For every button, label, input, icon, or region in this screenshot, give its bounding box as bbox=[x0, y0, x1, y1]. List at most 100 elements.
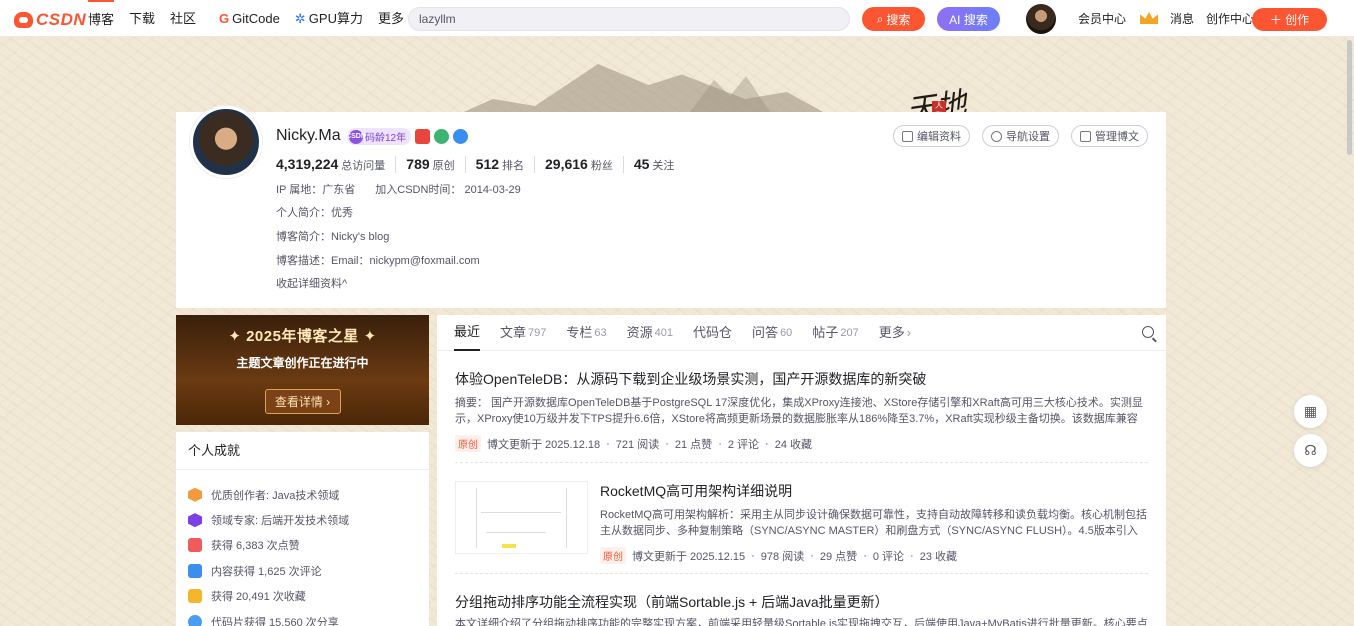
tab-count: 401 bbox=[654, 326, 674, 339]
code-share-icon bbox=[188, 614, 202, 626]
join-time: 加入CSDN时间： 2014-03-29 bbox=[375, 184, 521, 196]
article-title[interactable]: RocketMQ高可用架构详细说明 bbox=[600, 481, 1148, 501]
article-title[interactable]: 体验OpenTeleDB：从源码下载到企业级场景实测，国产开源数据库的新突破 bbox=[455, 369, 1148, 389]
tab-articles[interactable]: 文章 797 bbox=[500, 315, 546, 351]
tab-qa[interactable]: 问答 60 bbox=[752, 315, 792, 351]
collapse-details-link[interactable]: 收起详细资料^ bbox=[276, 275, 347, 291]
age-badge-icon: CSDN bbox=[346, 129, 366, 144]
expert-badge-icon[interactable] bbox=[415, 129, 431, 144]
stat-original[interactable]: 789 原创 bbox=[406, 156, 466, 173]
stat-following-num: 45 bbox=[633, 156, 650, 172]
chevron-right-icon: › bbox=[906, 324, 912, 340]
profile-avatar[interactable] bbox=[190, 106, 262, 178]
article-desc: 摘要： 国产开源数据库OpenTeleDB基于PostgreSQL 17深度优化… bbox=[455, 397, 1143, 425]
original-tag: 原创 bbox=[600, 547, 626, 564]
original-tag: 原创 bbox=[455, 435, 481, 452]
article-title[interactable]: 分组拖动排序功能全流程实现（前端Sortable.js + 后端Java批量更新… bbox=[455, 592, 1148, 612]
article-item[interactable]: RocketMQ高可用架构详细说明 RocketMQ高可用架构解析：采用主从同步… bbox=[455, 481, 1148, 564]
personal-intro: 个人简介：优秀 bbox=[276, 207, 353, 219]
achievement-item: 优质创作者: Java技术领域 bbox=[188, 482, 429, 507]
search-button[interactable]: ⌕ 搜索 bbox=[862, 7, 925, 31]
tab-count: 207 bbox=[840, 326, 859, 339]
manage-posts-button[interactable]: 管理博文 bbox=[1071, 125, 1148, 147]
nav-gitcode-label: GitCode bbox=[232, 11, 280, 26]
top-right-links: 会员中心 消息 创作中心 bbox=[1078, 0, 1266, 37]
vip-center-label: 会员中心 bbox=[1078, 12, 1127, 26]
article-item[interactable]: 分组拖动排序功能全流程实现（前端Sortable.js + 后端Java批量更新… bbox=[455, 592, 1148, 626]
quality-creator-icon bbox=[188, 487, 202, 502]
tab-resources[interactable]: 资源 401 bbox=[627, 315, 673, 351]
blog-description: 博客描述：Email：nickypm@foxmail.com bbox=[276, 255, 480, 267]
messages-link[interactable]: 消息 bbox=[1170, 10, 1194, 27]
article-comments: 2 评论 bbox=[727, 438, 760, 451]
stat-original-num: 789 bbox=[406, 156, 430, 172]
nav-gitcode[interactable]: G GitCode bbox=[219, 0, 280, 37]
comment-icon bbox=[188, 563, 202, 578]
achievement-text: 获得 20,491 次收藏 bbox=[211, 591, 306, 604]
promo-title-text: 2025年博客之星 bbox=[246, 328, 359, 345]
achievements-title: 个人成就 bbox=[176, 432, 429, 470]
edit-profile-button[interactable]: 编辑资料 bbox=[893, 125, 970, 147]
csdn-logo[interactable]: CSDN bbox=[14, 10, 86, 30]
nav-blog[interactable]: 博客 bbox=[88, 0, 115, 37]
stat-visits-label: 总访问量 bbox=[341, 160, 386, 172]
article-item[interactable]: 体验OpenTeleDB：从源码下载到企业级场景实测，国产开源数据库的新突破 摘… bbox=[455, 369, 1148, 463]
tab-count: 63 bbox=[594, 326, 607, 339]
promo-subtitle: 主题文章创作正在进行中 bbox=[236, 356, 369, 370]
search-icon: ⌕ bbox=[876, 11, 884, 26]
mountain-art bbox=[430, 64, 850, 113]
view-details-button[interactable]: 查看详情 › bbox=[264, 389, 341, 414]
gitcode-icon: G bbox=[219, 11, 230, 26]
search-icon[interactable] bbox=[1142, 326, 1154, 338]
stat-following-label: 关注 bbox=[652, 160, 675, 172]
ai-search-button[interactable]: AI 搜索 bbox=[937, 7, 1000, 31]
account-age-badge[interactable]: CSDN 码龄12年 bbox=[346, 128, 412, 145]
search-input[interactable] bbox=[408, 7, 850, 31]
profile-stats: 4,319,224 总访问量 789 原创 512 排名 29,616 粉丝 45 关注 bbox=[276, 156, 694, 173]
top-navbar: CSDN 博客 下载 社区 GGitCode ✲GPU算力 更多⌄ ⌕搜索 AI… bbox=[0, 0, 1354, 37]
ip-location: IP 属地：广东省 加入CSDN时间： 2014-03-29 bbox=[276, 181, 521, 197]
stat-fans-num: 29,616 bbox=[545, 156, 588, 172]
tab-more[interactable]: 更多 › bbox=[879, 315, 911, 351]
nav-settings-button[interactable]: 导航设置 bbox=[982, 125, 1059, 147]
divider bbox=[455, 573, 1148, 574]
create-button[interactable]: ＋ 创作 bbox=[1252, 8, 1327, 31]
vip-center-link[interactable]: 会员中心 bbox=[1078, 10, 1159, 27]
tab-label: 文章 bbox=[500, 324, 527, 340]
tab-posts[interactable]: 帖子 207 bbox=[812, 315, 858, 351]
article-favorites: 24 收藏 bbox=[774, 438, 813, 451]
article-views: 721 阅读 bbox=[615, 438, 660, 451]
nav-download[interactable]: 下载 bbox=[129, 0, 155, 37]
stat-visits-num: 4,319,224 bbox=[276, 156, 339, 172]
article-views: 978 阅读 bbox=[760, 550, 805, 563]
blog-star-promo[interactable]: ✦ 2025年博客之星 ✦ 主题文章创作正在进行中 查看详情 › bbox=[176, 315, 429, 425]
article-thumbnail[interactable] bbox=[455, 481, 588, 554]
tab-columns[interactable]: 专栏 63 bbox=[566, 315, 606, 351]
verified-badge-icon[interactable] bbox=[453, 129, 469, 144]
tab-label: 代码仓 bbox=[693, 324, 733, 340]
stat-fans[interactable]: 29,616 粉丝 bbox=[545, 156, 624, 173]
tab-count: 60 bbox=[780, 326, 793, 339]
creator-badge-icon[interactable] bbox=[434, 129, 450, 144]
stat-rank[interactable]: 512 排名 bbox=[475, 156, 536, 173]
main-nav: 博客 下载 社区 GGitCode ✲GPU算力 更多⌄ bbox=[88, 0, 430, 37]
qrcode-button[interactable]: ▦ bbox=[1294, 395, 1327, 428]
tab-code-repo[interactable]: 代码仓 bbox=[693, 315, 732, 351]
article-updated: 博文更新于 2025.12.18 bbox=[487, 438, 601, 451]
document-icon bbox=[1080, 130, 1091, 142]
scrollbar[interactable] bbox=[1347, 40, 1352, 155]
achievement-text: 优质创作者: Java技术领域 bbox=[211, 489, 340, 502]
creator-center-link[interactable]: 创作中心 bbox=[1206, 10, 1254, 27]
profile-name: Nicky.Ma bbox=[276, 127, 341, 144]
article-likes: 29 点赞 bbox=[819, 550, 858, 563]
user-avatar[interactable] bbox=[1026, 4, 1056, 34]
nav-community[interactable]: 社区 bbox=[170, 0, 196, 37]
stat-rank-num: 512 bbox=[475, 156, 500, 172]
stat-following[interactable]: 45 关注 bbox=[634, 156, 685, 173]
achievement-item: 获得 20,491 次收藏 bbox=[188, 584, 429, 609]
tab-recent[interactable]: 最近 bbox=[454, 315, 481, 351]
customer-service-button[interactable]: ☊ bbox=[1294, 434, 1327, 467]
nav-gpu[interactable]: ✲ GPU算力 bbox=[295, 0, 363, 37]
achievement-text: 获得 6,383 次点赞 bbox=[211, 540, 300, 553]
edit-icon bbox=[902, 130, 913, 142]
